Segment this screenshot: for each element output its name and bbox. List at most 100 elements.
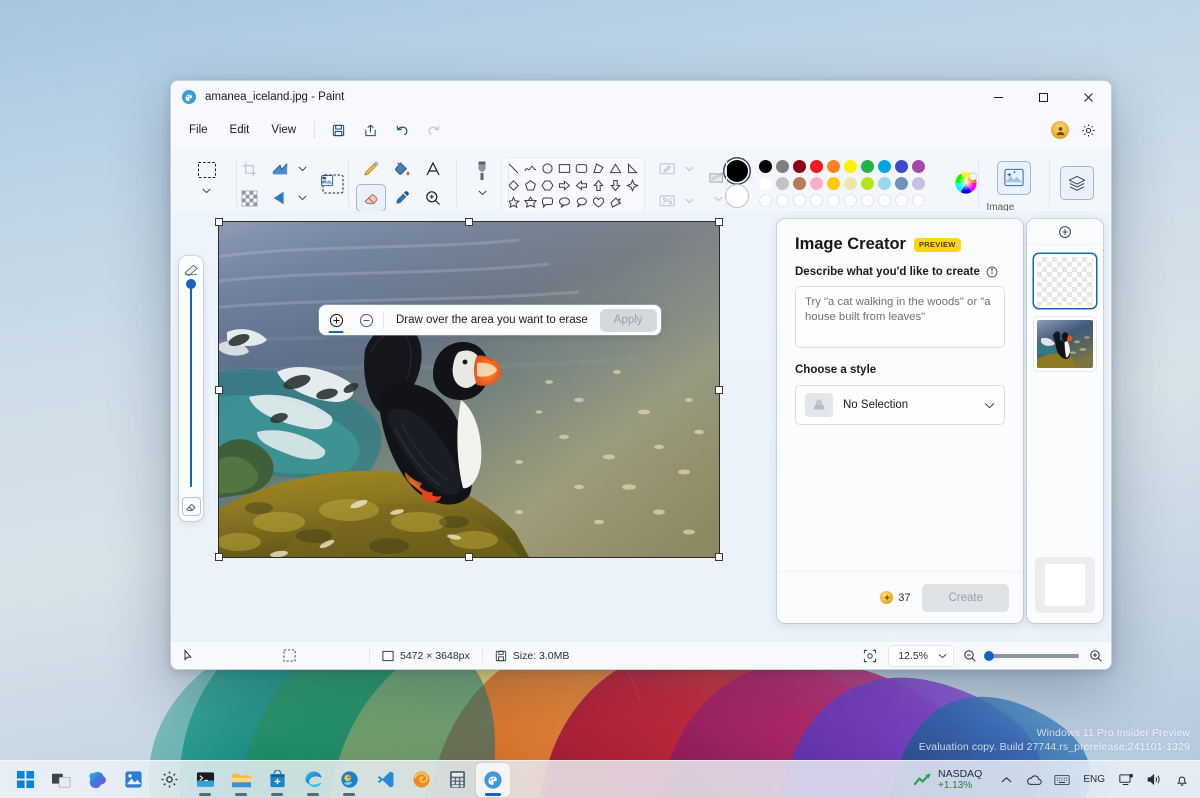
canvas-area[interactable]: Draw over the area you want to erase App… bbox=[171, 211, 1111, 641]
color-swatch-r2-8[interactable] bbox=[895, 177, 908, 190]
show-hidden-icons-icon[interactable] bbox=[994, 765, 1018, 795]
eyedropper-tool[interactable] bbox=[387, 184, 417, 212]
settings-button[interactable] bbox=[152, 763, 186, 797]
photos-button[interactable] bbox=[116, 763, 150, 797]
color-swatch-r2-1[interactable] bbox=[776, 177, 789, 190]
edge-button[interactable] bbox=[296, 763, 330, 797]
brush-size-slider-thumb[interactable] bbox=[186, 279, 196, 289]
stock-widget[interactable]: NASDAQ +1.13% bbox=[908, 767, 990, 793]
color-swatch-r1-4[interactable] bbox=[827, 160, 840, 173]
menu-view[interactable]: View bbox=[261, 119, 306, 141]
minimize-button[interactable] bbox=[976, 81, 1021, 113]
shape-lightning[interactable] bbox=[608, 195, 623, 210]
share-icon[interactable] bbox=[355, 117, 385, 143]
shape-curve[interactable] bbox=[523, 161, 538, 176]
brush-size-slider[interactable] bbox=[190, 284, 192, 487]
rotate-chevron-down-icon[interactable] bbox=[296, 188, 308, 208]
transparent-selection-tool[interactable] bbox=[234, 184, 264, 212]
color-swatch-r1-8[interactable] bbox=[895, 160, 908, 173]
paint-button[interactable] bbox=[476, 763, 510, 797]
color-swatch-r1-1[interactable] bbox=[776, 160, 789, 173]
resize-handle-ne[interactable] bbox=[716, 219, 722, 225]
shape-rounded-callout[interactable] bbox=[540, 195, 555, 210]
color-swatch-r3-3[interactable] bbox=[810, 194, 823, 207]
color-swatch-r2-6[interactable] bbox=[861, 177, 874, 190]
shape-five-point-star[interactable] bbox=[506, 195, 521, 210]
color-palette-grid[interactable] bbox=[757, 158, 944, 209]
color-swatch-r3-4[interactable] bbox=[827, 194, 840, 207]
shape-line[interactable] bbox=[506, 161, 521, 176]
resize-tool[interactable] bbox=[265, 155, 295, 183]
shape-pentagon[interactable] bbox=[523, 178, 538, 193]
onedrive-icon[interactable] bbox=[1022, 765, 1046, 795]
terminal-button[interactable] bbox=[188, 763, 222, 797]
info-icon[interactable] bbox=[986, 266, 998, 278]
account-avatar[interactable] bbox=[1051, 121, 1069, 139]
network-icon[interactable] bbox=[1114, 765, 1138, 795]
zoom-in-button[interactable] bbox=[1087, 649, 1105, 663]
calculator-button[interactable] bbox=[440, 763, 474, 797]
color-swatch-r3-7[interactable] bbox=[878, 194, 891, 207]
maximize-button[interactable] bbox=[1021, 81, 1066, 113]
shape-polygon[interactable] bbox=[591, 161, 606, 176]
layer-canvas-preview[interactable] bbox=[1035, 557, 1095, 613]
volume-icon[interactable] bbox=[1142, 765, 1166, 795]
close-button[interactable] bbox=[1066, 81, 1111, 113]
color-swatch-r3-1[interactable] bbox=[776, 194, 789, 207]
shape-left-arrow[interactable] bbox=[574, 178, 589, 193]
color-picker-wheel[interactable] bbox=[953, 170, 979, 196]
rotate-flip-tool[interactable] bbox=[265, 184, 295, 212]
undo-icon[interactable] bbox=[387, 117, 417, 143]
zoom-level-dropdown[interactable]: 12.5% bbox=[889, 646, 953, 666]
language-indicator[interactable]: ENG bbox=[1078, 765, 1110, 795]
shape-oval-callout[interactable] bbox=[557, 195, 572, 210]
apply-button[interactable]: Apply bbox=[600, 309, 657, 332]
color-swatch-r3-9[interactable] bbox=[912, 194, 925, 207]
shape-down-arrow[interactable] bbox=[608, 178, 623, 193]
primary-color-swatch[interactable] bbox=[726, 160, 748, 182]
layers-button[interactable] bbox=[1060, 166, 1094, 200]
color-swatch-r1-9[interactable] bbox=[912, 160, 925, 173]
subtract-brush-icon[interactable] bbox=[353, 308, 379, 332]
shape-right-triangle[interactable] bbox=[625, 161, 640, 176]
shapes-grid[interactable] bbox=[501, 157, 645, 214]
color-swatch-r2-2[interactable] bbox=[793, 177, 806, 190]
color-swatch-r2-7[interactable] bbox=[878, 177, 891, 190]
remove-background-tool[interactable] bbox=[316, 167, 350, 201]
settings-gear-icon[interactable] bbox=[1073, 117, 1103, 143]
rect-select-tool[interactable] bbox=[190, 155, 224, 185]
color-swatch-r3-2[interactable] bbox=[793, 194, 806, 207]
vscode-button[interactable] bbox=[368, 763, 402, 797]
resize-handle-nw[interactable] bbox=[216, 219, 222, 225]
zoom-slider[interactable] bbox=[987, 654, 1079, 658]
add-brush-icon[interactable] bbox=[323, 308, 349, 332]
shape-rectangle[interactable] bbox=[557, 161, 572, 176]
brushes-tool[interactable] bbox=[467, 155, 497, 187]
notification-bell-icon[interactable] bbox=[1170, 765, 1194, 795]
magnifier-tool[interactable] bbox=[418, 184, 448, 212]
edge-canary-button[interactable] bbox=[332, 763, 366, 797]
resize-handle-s[interactable] bbox=[466, 554, 472, 560]
menu-file[interactable]: File bbox=[179, 119, 218, 141]
start-button[interactable] bbox=[8, 763, 42, 797]
shape-rounded-rectangle[interactable] bbox=[574, 161, 589, 176]
selection-chevron-down-icon[interactable] bbox=[201, 185, 213, 197]
eraser-tool[interactable] bbox=[356, 184, 386, 212]
add-layer-button[interactable] bbox=[1027, 219, 1103, 245]
color-swatch-r3-5[interactable] bbox=[844, 194, 857, 207]
shape-hexagon[interactable] bbox=[540, 178, 555, 193]
shape-six-point-star[interactable] bbox=[523, 195, 538, 210]
shape-four-point-star[interactable] bbox=[625, 178, 640, 193]
secondary-color-swatch[interactable] bbox=[726, 185, 748, 207]
color-swatch-r1-3[interactable] bbox=[810, 160, 823, 173]
shape-up-arrow[interactable] bbox=[591, 178, 606, 193]
shape-diamond[interactable] bbox=[506, 178, 521, 193]
title-bar[interactable]: amanea_iceland.jpg - Paint bbox=[171, 81, 1111, 113]
color-swatch-r1-6[interactable] bbox=[861, 160, 874, 173]
shape-triangle[interactable] bbox=[608, 161, 623, 176]
file-explorer-button[interactable] bbox=[224, 763, 258, 797]
style-dropdown[interactable]: No Selection bbox=[795, 385, 1005, 425]
copilot-button[interactable] bbox=[80, 763, 114, 797]
color-swatch-r1-2[interactable] bbox=[793, 160, 806, 173]
resize-handle-sw[interactable] bbox=[216, 554, 222, 560]
